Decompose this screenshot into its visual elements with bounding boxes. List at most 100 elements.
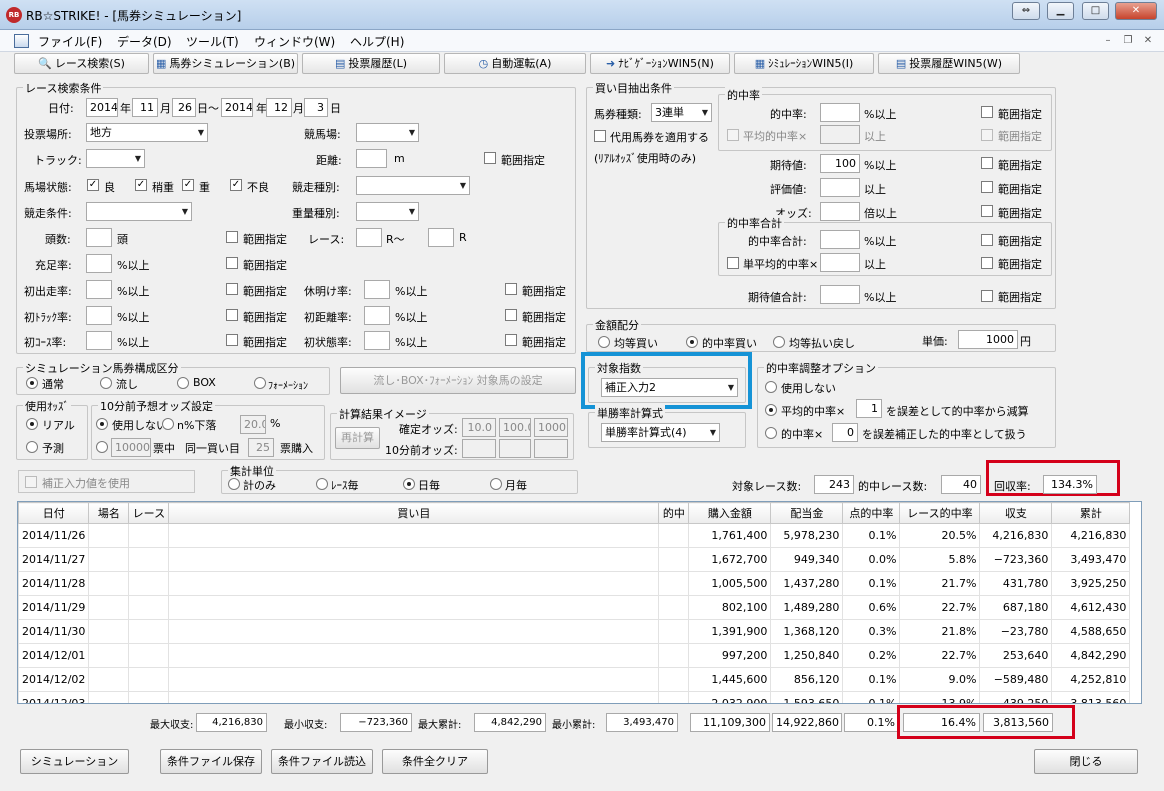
save-conditions-button[interactable]: 条件ファイル保存 — [160, 749, 262, 774]
mdi-close-icon[interactable]: ✕ — [1141, 34, 1155, 48]
recalc-button[interactable]: 再計算 — [335, 427, 380, 449]
agg-month-radio[interactable] — [490, 478, 502, 490]
track-select[interactable] — [86, 149, 145, 168]
ticket-type-select[interactable]: 3連単 — [651, 103, 712, 122]
column-header[interactable]: 買い目 — [168, 502, 660, 524]
first-track-range-checkbox[interactable] — [226, 309, 238, 321]
heads-range-checkbox[interactable] — [226, 231, 238, 243]
first-run-input[interactable] — [86, 280, 112, 299]
odds-predict-radio[interactable] — [26, 441, 38, 453]
maximize-icon[interactable]: □ — [1082, 2, 1109, 20]
column-header[interactable]: 配当金 — [770, 502, 844, 524]
minimize-icon[interactable]: ▁ — [1047, 2, 1074, 20]
hit-rate-range-checkbox[interactable] — [981, 106, 993, 118]
simulate-button[interactable]: シミュレーション — [20, 749, 129, 774]
hit-rate-input[interactable] — [820, 103, 860, 122]
odds10-count-input[interactable]: 25 — [248, 438, 274, 457]
win-rate-select[interactable]: 単勝率計算式(4) — [601, 423, 720, 442]
results-grid[interactable]: 日付 場名 レース 買い目 的中 購入金額 配当金 点的中率 レース的中率 収支 累計 2014/1… — [17, 501, 1142, 704]
single-avg-range-checkbox[interactable] — [981, 257, 993, 269]
agg-race-radio[interactable] — [316, 478, 328, 490]
from-day-input[interactable]: 26 — [172, 98, 196, 117]
first-run-range-checkbox[interactable] — [226, 283, 238, 295]
table-row[interactable]: 2014/11/26 1,761,400 5,978,230 0.1% 20.5% 4,2… — [18, 523, 1131, 548]
fill-range-checkbox[interactable] — [226, 257, 238, 269]
heads-input[interactable] — [86, 228, 112, 247]
unit-price-input[interactable]: 1000 — [958, 330, 1018, 349]
column-header[interactable]: 日付 — [18, 502, 90, 524]
distance-input[interactable] — [356, 149, 387, 168]
avg-hit-rate-input[interactable] — [820, 125, 860, 144]
to-day-input[interactable]: 3 — [304, 98, 328, 117]
race-condition-select[interactable] — [86, 202, 192, 221]
menu-help[interactable]: ヘルプ(H) — [350, 33, 404, 50]
odds10-pct-input[interactable]: 20.0 — [240, 415, 266, 434]
correction-checkbox[interactable] — [25, 476, 37, 488]
first-course-range-checkbox[interactable] — [226, 334, 238, 346]
table-row[interactable]: 2014/11/29 802,100 1,489,280 0.6% 22.7% 687,1… — [18, 595, 1131, 620]
agg-total-radio[interactable] — [228, 478, 240, 490]
avg-hit-rate-checkbox[interactable] — [727, 129, 739, 141]
agg-day-radio[interactable] — [403, 478, 415, 490]
column-header[interactable]: 点的中率 — [842, 502, 901, 524]
menu-file[interactable]: ファイル(F) — [38, 33, 102, 50]
single-avg-input[interactable] — [820, 253, 860, 272]
single-avg-checkbox[interactable] — [727, 257, 739, 269]
to-month-input[interactable]: 12 — [266, 98, 292, 117]
fill-rate-input[interactable] — [86, 254, 112, 273]
clear-conditions-button[interactable]: 条件全クリア — [382, 749, 488, 774]
course-select[interactable] — [356, 123, 419, 142]
mdi-minimize-icon[interactable]: – — [1101, 34, 1115, 48]
weight-type-select[interactable] — [356, 202, 419, 221]
expected-input[interactable]: 100 — [820, 154, 860, 173]
odds10-drop-radio[interactable] — [162, 418, 174, 430]
race-from-input[interactable] — [356, 228, 382, 247]
odds10-count-radio[interactable] — [96, 441, 108, 453]
adjust-no-use-radio[interactable] — [765, 381, 777, 393]
composition-normal-radio[interactable] — [26, 377, 38, 389]
table-row[interactable]: 2014/11/27 1,672,700 949,340 0.0% 5.8% −723,3… — [18, 547, 1131, 572]
tab-vote-history[interactable]: ▤ 投票履歴(L) — [302, 53, 440, 74]
table-row[interactable]: 2014/12/02 1,445,600 856,120 0.1% 9.0% −589,4… — [18, 667, 1131, 692]
close-button[interactable]: 閉じる — [1034, 749, 1138, 774]
ground-slightly-heavy-checkbox[interactable] — [135, 179, 147, 191]
odds10-no-use-radio[interactable] — [96, 418, 108, 430]
adjust-avg-radio[interactable] — [765, 404, 777, 416]
ground-bad-checkbox[interactable] — [230, 179, 242, 191]
first-distance-input[interactable] — [364, 306, 390, 325]
mdi-restore-icon[interactable]: ❐ — [1121, 34, 1135, 48]
composition-nagashi-radio[interactable] — [100, 377, 112, 389]
distance-range-checkbox[interactable] — [484, 152, 496, 164]
odds-real-radio[interactable] — [26, 418, 38, 430]
column-header[interactable]: 購入金額 — [688, 502, 772, 524]
first-course-input[interactable] — [86, 331, 112, 350]
column-header[interactable]: 的中 — [658, 502, 690, 524]
hit-total-range-checkbox[interactable] — [981, 234, 993, 246]
composition-box-radio[interactable] — [177, 377, 189, 389]
column-header[interactable]: レース的中率 — [899, 502, 981, 524]
table-row[interactable]: 2014/12/03 2,032,900 1,593,650 0.1% 13.9% −43… — [18, 691, 1131, 703]
race-to-input[interactable] — [428, 228, 454, 247]
rating-range-checkbox[interactable] — [981, 181, 993, 193]
adjust-rate-radio[interactable] — [765, 427, 777, 439]
from-month-input[interactable]: 11 — [132, 98, 158, 117]
table-row[interactable]: 2014/11/30 1,391,900 1,368,120 0.3% 21.8% −23… — [18, 619, 1131, 644]
first-ground-input[interactable] — [364, 331, 390, 350]
column-header[interactable]: 収支 — [979, 502, 1053, 524]
ground-heavy-checkbox[interactable] — [182, 179, 194, 191]
tab-simulation[interactable]: ▦ 馬券シミュレーション(B) — [153, 53, 298, 74]
table-row[interactable]: 2014/12/01 997,200 1,250,840 0.2% 22.7% 253,6… — [18, 643, 1131, 668]
expected-total-range-checkbox[interactable] — [981, 290, 993, 302]
column-header[interactable]: 場名 — [88, 502, 130, 524]
expected-range-checkbox[interactable] — [981, 157, 993, 169]
rest-range-checkbox[interactable] — [505, 283, 517, 295]
menu-data[interactable]: データ(D) — [117, 33, 172, 50]
rating-input[interactable] — [820, 178, 860, 197]
expected-total-input[interactable] — [820, 285, 860, 304]
target-horse-button[interactable]: 流し･BOX･ﾌｫｰﾒｰｼｮﾝ 対象馬の設定 — [340, 367, 576, 394]
composition-formation-radio[interactable] — [254, 377, 266, 389]
adjust-rate-input[interactable]: 0 — [832, 423, 858, 442]
tab-navigation-win5[interactable]: ➜ ﾅﾋﾞｹﾞｰｼｮﾝWIN5(N) — [590, 53, 730, 74]
odds10-yen-input[interactable]: 10000 — [111, 438, 151, 457]
column-header[interactable]: レース — [128, 502, 170, 524]
